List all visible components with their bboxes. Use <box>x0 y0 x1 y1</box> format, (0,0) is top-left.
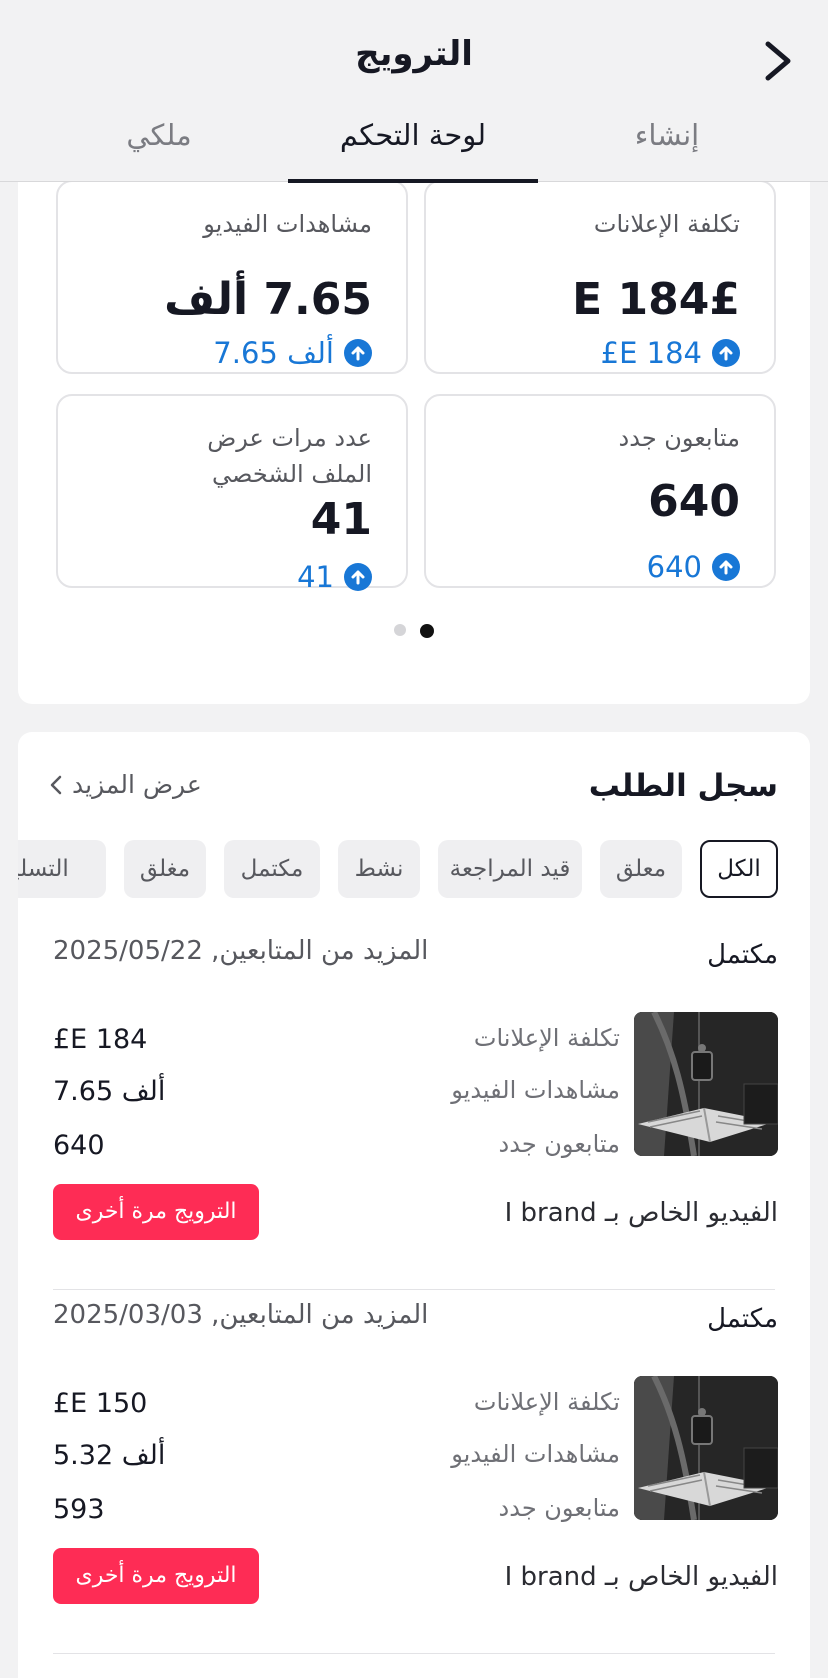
filter-chip-completed[interactable]: مكتمل <box>224 840 320 898</box>
metric-label: متابعون جدد <box>498 1130 620 1158</box>
stat-label: تكلفة الإعلانات <box>593 210 740 238</box>
tab-dashboard[interactable]: لوحة التحكم <box>288 118 538 183</box>
stat-change: £E 184 <box>601 336 740 370</box>
pager-dot[interactable] <box>394 624 406 636</box>
filter-chip-all[interactable]: الكل <box>700 840 778 898</box>
metric-value: 5.32 ألف <box>53 1440 166 1471</box>
stat-change: 640 <box>647 550 740 584</box>
stats-panel: تكلفة الإعلانات £E 184 £E 184 مشاهدات ال… <box>18 140 810 704</box>
book-lantern-image <box>634 1012 778 1156</box>
top-bar: الترويج إنشاء لوحة التحكم ملكي <box>0 0 828 183</box>
order-history-panel: سجل الطلب عرض المزيد الكل معلق قيد المرا… <box>18 732 810 1678</box>
metric-value: £E 184 <box>53 1024 148 1055</box>
view-more-link[interactable]: عرض المزيد <box>50 770 202 799</box>
stat-change-value: 41 <box>297 560 334 594</box>
video-thumbnail[interactable] <box>634 1376 778 1520</box>
metric-value: £E 150 <box>53 1388 148 1419</box>
metric-label: تكلفة الإعلانات <box>473 1388 620 1416</box>
order-status: مكتمل <box>707 1304 778 1334</box>
stat-label: عدد مرات عرض الملف الشخصي <box>207 424 372 488</box>
stat-label: متابعون جدد <box>618 424 740 452</box>
stat-change: 41 <box>297 560 372 594</box>
metric-value: 593 <box>53 1494 105 1525</box>
filter-chip-in-review[interactable]: قيد المراجعة <box>438 840 582 898</box>
arrow-up-icon <box>344 339 372 367</box>
order-item[interactable]: مكتمل المزيد من المتابعين, 2025/03/03 تك… <box>18 1292 810 1654</box>
back-button[interactable] <box>758 38 798 84</box>
stat-change-value: 7.65 ألف <box>213 336 334 370</box>
stat-value: 7.65 ألف <box>164 274 372 325</box>
stat-card-video-views[interactable]: مشاهدات الفيديو 7.65 ألف 7.65 ألف <box>56 180 408 374</box>
view-more-label: عرض المزيد <box>72 770 202 799</box>
stat-value: 41 <box>310 494 372 545</box>
divider <box>53 1289 775 1290</box>
video-title: الفيديو الخاص بـ I brand <box>504 1562 778 1592</box>
arrow-up-icon <box>712 339 740 367</box>
stat-value: 640 <box>648 476 740 527</box>
chevron-right-icon <box>765 41 791 81</box>
order-goal-date: المزيد من المتابعين, 2025/03/03 <box>53 1300 429 1330</box>
stat-change-value: £E 184 <box>600 336 702 370</box>
stat-change: 7.65 ألف <box>213 336 372 370</box>
chevron-left-icon <box>50 775 62 794</box>
video-title: الفيديو الخاص بـ I brand <box>504 1198 778 1228</box>
stat-card-profile-views[interactable]: عدد مرات عرض الملف الشخصي 41 41 <box>56 394 408 594</box>
stat-card-ad-cost[interactable]: تكلفة الإعلانات £E 184 £E 184 <box>424 180 776 374</box>
metric-label: تكلفة الإعلانات <box>473 1024 620 1052</box>
stat-value: £E 184 <box>572 274 740 325</box>
tab-bar: إنشاء لوحة التحكم ملكي <box>0 118 828 183</box>
tab-create[interactable]: إنشاء <box>542 118 792 182</box>
promote-again-button[interactable]: الترويج مرة أخرى <box>53 1548 259 1604</box>
stat-card-new-followers[interactable]: متابعون جدد 640 640 <box>424 394 776 588</box>
arrow-up-icon <box>344 563 372 591</box>
pager-dot-active[interactable] <box>420 624 434 638</box>
metric-label: مشاهدات الفيديو <box>451 1440 620 1468</box>
filter-chips: الكل معلق قيد المراجعة نشط مكتمل مغلق ال… <box>18 840 810 900</box>
book-lantern-image <box>634 1376 778 1520</box>
metric-value: 640 <box>53 1130 105 1161</box>
order-goal-date: المزيد من المتابعين, 2025/05/22 <box>53 936 429 966</box>
metric-value: 7.65 ألف <box>53 1076 166 1107</box>
stat-change-value: 640 <box>646 550 702 584</box>
page-title: الترويج <box>355 34 473 74</box>
promote-again-button[interactable]: الترويج مرة أخرى <box>53 1184 259 1240</box>
tab-mine[interactable]: ملكي <box>34 118 284 182</box>
section-title: سجل الطلب <box>588 768 778 804</box>
video-thumbnail[interactable] <box>634 1012 778 1156</box>
metric-label: مشاهدات الفيديو <box>451 1076 620 1104</box>
stat-label: مشاهدات الفيديو <box>203 210 372 238</box>
order-status: مكتمل <box>707 940 778 970</box>
filter-chip-active[interactable]: نشط <box>338 840 420 898</box>
metric-label: متابعون جدد <box>498 1494 620 1522</box>
filter-chip-pending[interactable]: معلق <box>600 840 682 898</box>
filter-chip-delivery[interactable]: التسليم <box>18 840 106 898</box>
arrow-up-icon <box>712 553 740 581</box>
carousel-pager <box>0 624 828 638</box>
filter-chip-closed[interactable]: مغلق <box>124 840 206 898</box>
divider <box>53 1653 775 1654</box>
order-item[interactable]: مكتمل المزيد من المتابعين, 2025/05/22 تك… <box>18 928 810 1290</box>
